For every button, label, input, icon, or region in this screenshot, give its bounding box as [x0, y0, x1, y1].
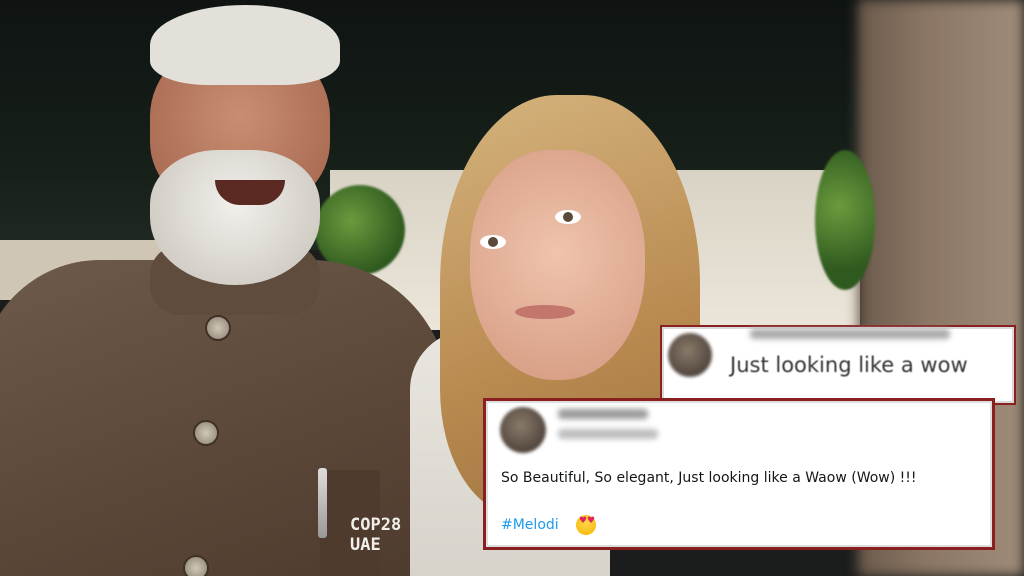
selfie-photo: COP28 UAE Just looking like a wow So Bea…: [0, 0, 1024, 576]
pen: [318, 468, 327, 538]
eye-left: [480, 235, 506, 249]
face-right: [470, 150, 645, 380]
avatar: [668, 333, 712, 377]
heart-eyes-icon: [576, 515, 596, 535]
badge-line2: UAE: [350, 535, 381, 555]
jacket-button: [193, 420, 219, 446]
hair-left: [150, 5, 340, 85]
reply-text-back: Just looking like a wow: [730, 353, 968, 377]
hashtag-link[interactable]: #Melodi: [501, 517, 559, 533]
avatar: [500, 407, 546, 453]
badge-line1: COP28: [350, 515, 402, 535]
blurred-handle: [558, 429, 658, 439]
lips: [515, 305, 575, 319]
blurred-username: [750, 329, 950, 339]
eye-right: [555, 210, 581, 224]
white-beard: [150, 150, 320, 285]
jacket-button: [205, 315, 231, 341]
jacket-button: [183, 555, 209, 576]
cop28-badge: COP28 UAE: [350, 515, 401, 555]
reply-text-front: So Beautiful, So elegant, Just looking l…: [501, 470, 917, 486]
blurred-username: [558, 409, 648, 419]
plant-right: [815, 150, 875, 290]
